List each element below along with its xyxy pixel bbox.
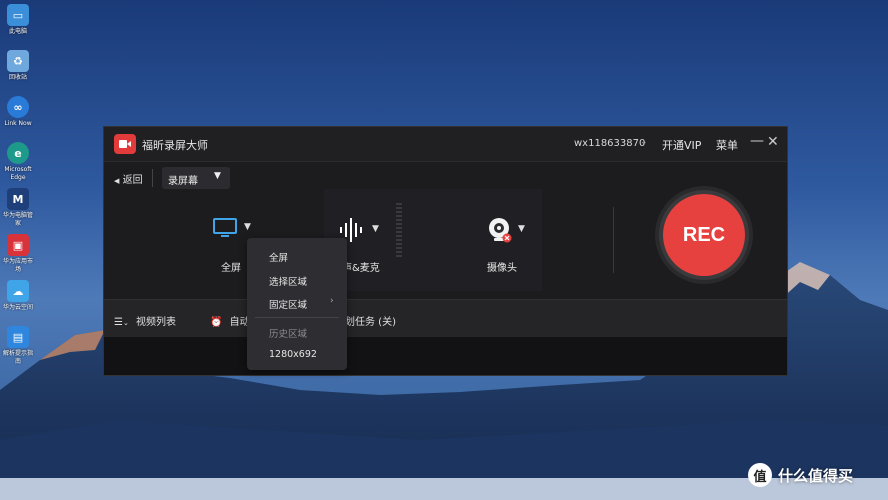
desktop-icon-huawei-cloud[interactable]: ☁ 华为云空间 <box>2 280 34 312</box>
huawei-manager-icon: M <box>7 188 29 210</box>
desktop-icon-label: 华为电脑管家 <box>2 212 33 227</box>
minimize-icon[interactable]: — <box>750 133 764 149</box>
desktop-icon-huawei-manager[interactable]: M 华为电脑管家 <box>2 188 34 228</box>
caret-down-icon: ▼ <box>244 222 251 232</box>
video-list-button[interactable]: ☰⌄ 视频列表 <box>114 313 176 328</box>
desktop-icon-recycle-bin[interactable]: ♻ 回收站 <box>2 50 34 82</box>
desktop-icon-label: Microsoft Edge <box>4 166 32 181</box>
desktop-icon-label: Link Now <box>4 120 32 127</box>
desktop-icon-huawei-appgallery[interactable]: ▣ 华为应用市场 <box>2 234 34 274</box>
video-list-label: 视频列表 <box>136 317 177 328</box>
caret-down-icon: ▼ <box>372 224 379 234</box>
app-logo-icon <box>114 134 136 154</box>
account-name[interactable]: wx118633870 <box>574 138 645 149</box>
menu-item-fixed-region[interactable]: 固定区域 <box>269 297 307 311</box>
caret-down-icon: ▼ <box>214 171 221 181</box>
menu-item-fullscreen[interactable]: 全屏 <box>269 250 288 264</box>
title-bar: 福昕录屏大师 wx118633870 ⌄ 开通VIP 菜单 — ✕ <box>104 127 787 162</box>
desktop-icon-label: 回收站 <box>8 74 27 81</box>
rec-button[interactable]: REC <box>663 194 745 276</box>
huawei-appgallery-icon: ▣ <box>7 234 29 256</box>
caret-down-icon: ▼ <box>518 224 525 234</box>
link-now-icon: ∞ <box>7 96 29 118</box>
back-button[interactable]: ◀ 返回 <box>114 171 143 186</box>
desktop-icon-edge[interactable]: e Microsoft Edge <box>2 142 34 182</box>
desktop-icon-link-now[interactable]: ∞ Link Now <box>2 96 34 128</box>
chevron-right-icon: › <box>330 296 334 306</box>
desktop-icon-label: 此电脑 <box>8 28 27 35</box>
desktop-icon-label: 华为应用市场 <box>2 258 33 273</box>
record-mode-label: 录屏幕 <box>168 176 198 187</box>
menu-separator <box>255 317 339 318</box>
edge-icon: e <box>7 142 29 164</box>
back-label: 返回 <box>122 175 143 186</box>
computer-icon: ▭ <box>7 4 29 26</box>
close-icon[interactable]: ✕ <box>767 134 779 150</box>
volume-meter <box>396 203 402 259</box>
desktop-icon-guide[interactable]: ▤ 解析提示指南 <box>2 326 34 366</box>
desktop-icon-label: 解析提示指南 <box>2 350 33 365</box>
monitor-icon <box>213 218 237 237</box>
recycle-bin-icon: ♻ <box>7 50 29 72</box>
chevron-down-icon[interactable]: ⌄ <box>640 137 648 147</box>
menu-item-select-region[interactable]: 选择区域 <box>269 274 307 288</box>
open-vip-button[interactable]: 开通VIP <box>662 137 701 153</box>
camera-label: 摄像头 <box>487 263 517 274</box>
window-bottom <box>104 337 787 375</box>
huawei-cloud-icon: ☁ <box>7 280 29 302</box>
alarm-clock-icon: ⏰ <box>210 317 223 328</box>
app-title: 福昕录屏大师 <box>142 139 208 152</box>
record-mode-dropdown[interactable]: 录屏幕 ▼ <box>162 167 230 189</box>
divider <box>613 207 614 273</box>
menu-item-history-size[interactable]: 1280x692 <box>269 349 317 360</box>
caret-down-icon: ⌄ <box>122 319 129 327</box>
divider <box>152 169 153 187</box>
menu-button[interactable]: 菜单 <box>716 137 738 153</box>
auto-button[interactable]: ⏰ 自动 <box>210 313 250 328</box>
list-icon: ☰ <box>114 317 123 328</box>
footer-bar: ☰⌄ 视频列表 ⏰ 自动 划任务 (关) <box>104 299 787 338</box>
audio-label: 声&麦克 <box>342 263 380 274</box>
back-arrow-icon: ◀ <box>114 177 120 185</box>
fullscreen-label: 全屏 <box>221 263 241 274</box>
camera-icon <box>489 218 512 243</box>
menu-item-history-region: 历史区域 <box>269 329 308 340</box>
guide-icon: ▤ <box>7 326 29 348</box>
desktop-icon-label: 华为云空间 <box>2 304 33 311</box>
watermark-text: 什么值得买 <box>778 466 854 485</box>
scheduled-task-button[interactable]: 划任务 (关) <box>345 313 396 328</box>
app-window: 福昕录屏大师 wx118633870 ⌄ 开通VIP 菜单 — ✕ ◀ 返回 录… <box>103 126 788 376</box>
watermark-logo-icon: 值 <box>748 463 772 487</box>
fullscreen-popup-menu: 全屏 选择区域 固定区域 › 历史区域 1280x692 <box>247 238 347 370</box>
desktop-icon-computer[interactable]: ▭ 此电脑 <box>2 4 34 36</box>
watermark: 值 什么值得买 <box>748 463 853 487</box>
